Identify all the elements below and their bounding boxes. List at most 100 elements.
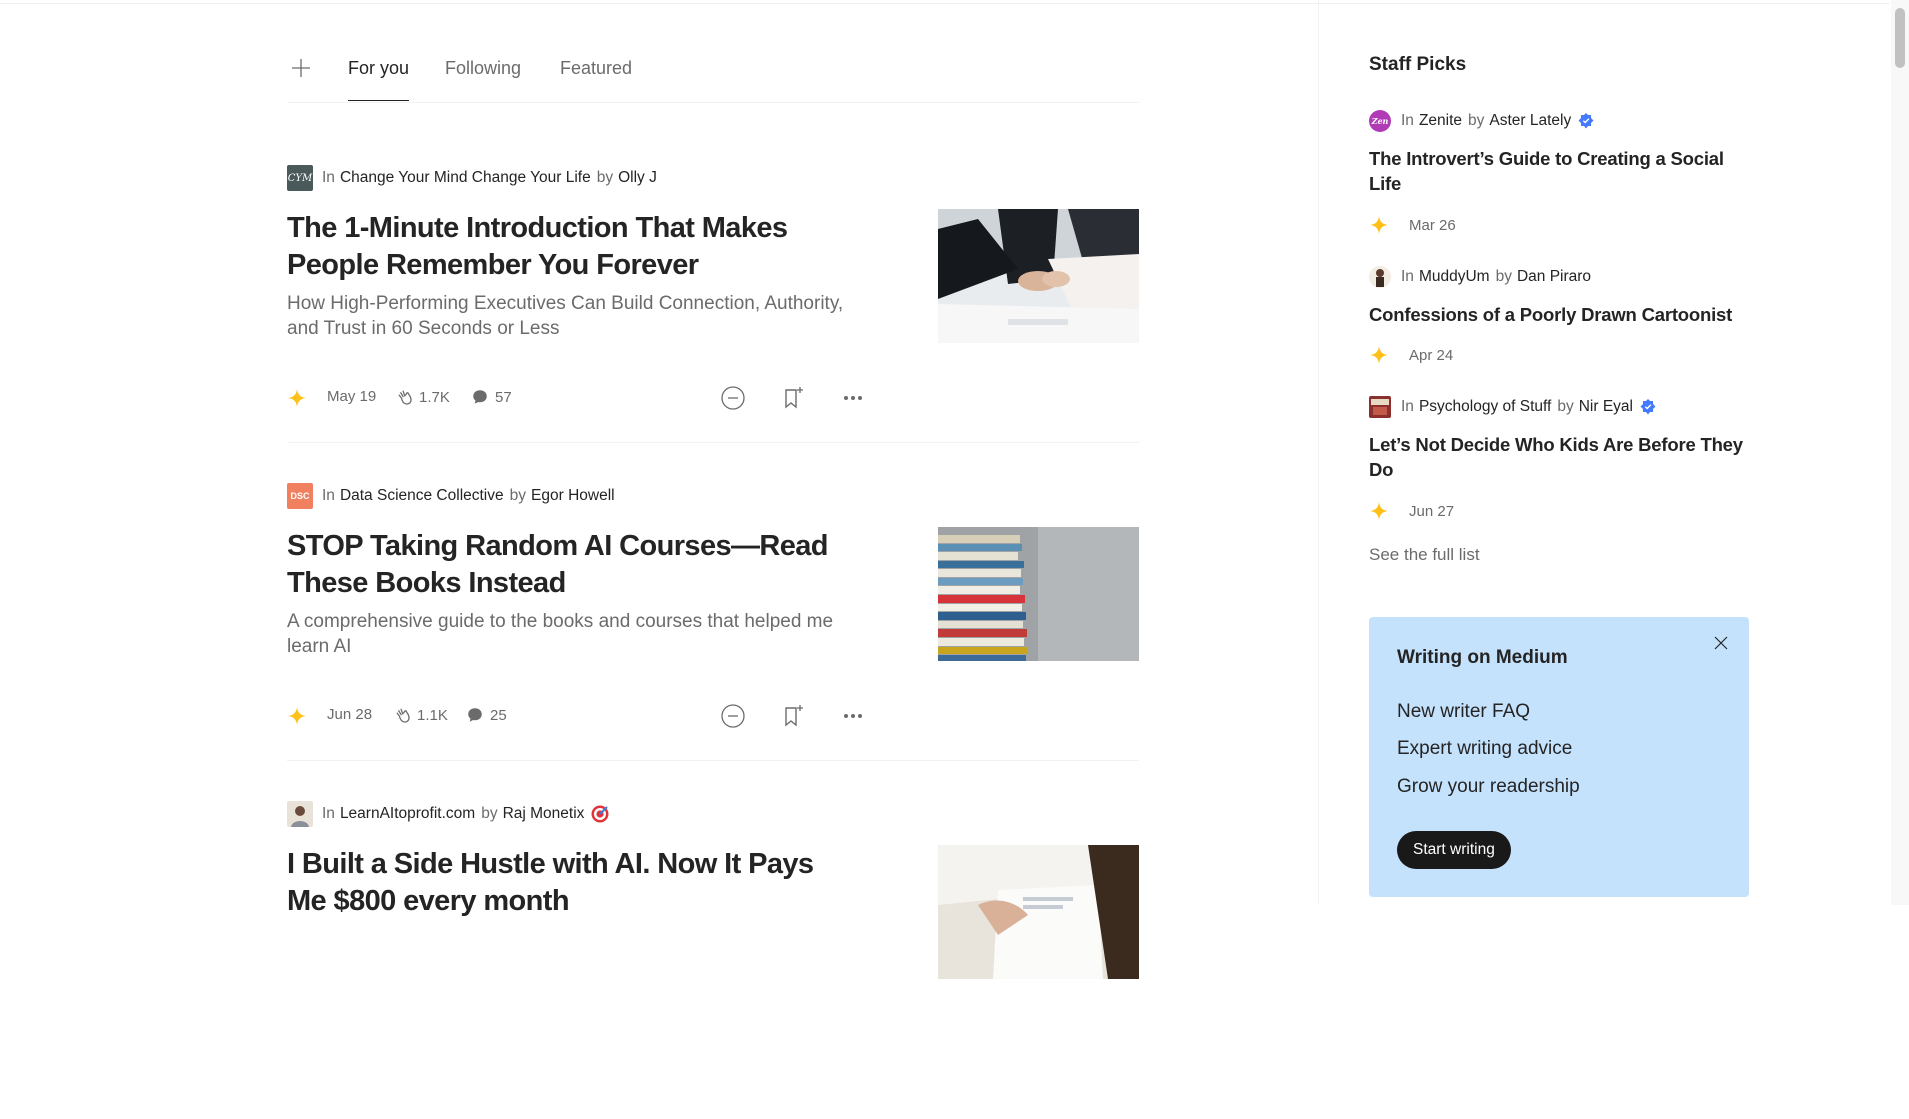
responses-value: 25 [490,706,507,724]
staff-picks-heading: Staff Picks [1369,54,1467,75]
publication-link[interactable]: Data Science Collective [340,487,504,505]
publication-link[interactable]: Zenite [1419,112,1462,130]
publication-link[interactable]: Psychology of Stuff [1419,398,1551,416]
article-actions: Jun 28 1.1K 25 [287,701,867,731]
article-thumbnail-handshake[interactable] [938,209,1139,343]
pick-title[interactable]: Let’s Not Decide Who Kids Are Before The… [1369,432,1749,482]
promo-title: Writing on Medium [1397,647,1568,668]
article-subtitle[interactable]: How High-Performing Executives Can Build… [287,291,847,341]
scrollbar-thumb[interactable] [1895,8,1905,68]
member-star-icon [1370,346,1388,364]
author-link[interactable]: Nir Eyal [1579,398,1633,416]
by-label: by [1495,268,1512,285]
more-options-icon[interactable] [839,702,867,730]
more-options-icon[interactable] [839,384,867,412]
article-card: DSC In Data Science Collective by Egor H… [287,483,1139,801]
article-actions: May 19 1.7K 57 [287,383,867,413]
publication-logo[interactable]: CYM [287,165,313,191]
author-link[interactable]: Dan Piraro [1517,268,1591,286]
article-meta: In LearnAItoprofit.com by Raj Monetix [287,801,610,827]
article-meta: CYM In Change Your Mind Change Your Life… [287,165,657,191]
pick-date-row: Jun 27 [1369,501,1454,521]
by-label: by [509,487,527,504]
responses-count[interactable]: 25 [466,706,507,724]
grow-readership-link[interactable]: Grow your readership [1397,776,1580,798]
author-link[interactable]: Egor Howell [531,487,615,505]
member-star-icon [1370,216,1388,234]
feed-tabs: For you Following Featured [287,44,1139,103]
article-card: In LearnAItoprofit.com by Raj Monetix I … [287,801,1139,1119]
author-link[interactable]: Raj Monetix [503,805,585,823]
claps-count[interactable]: 1.1K [394,706,448,725]
publish-date: May 19 [327,388,377,405]
pick-date: Jun 27 [1409,502,1455,520]
article-thumbnail-books[interactable] [938,527,1139,661]
close-icon[interactable] [1711,633,1731,653]
article-card: CYM In Change Your Mind Change Your Life… [287,165,1139,483]
scrollbar[interactable] [1891,0,1909,905]
article-title[interactable]: The 1-Minute Introduction That Makes Peo… [287,210,847,284]
pick-title[interactable]: Confessions of a Poorly Drawn Cartoonist [1369,302,1749,327]
writing-promo-card: Writing on Medium New writer FAQ Expert … [1369,617,1749,897]
pick-meta: In Psychology of Stuff by Nir Eyal [1369,394,1657,420]
publication-link[interactable]: LearnAItoprofit.com [340,805,475,823]
new-writer-faq-link[interactable]: New writer FAQ [1397,701,1530,723]
article-title[interactable]: I Built a Side Hustle with AI. Now It Pa… [287,846,847,920]
article-subtitle[interactable]: A comprehensive guide to the books and c… [287,609,847,659]
pick-date-row: Mar 26 [1369,215,1456,235]
see-full-list-link[interactable]: See the full list [1369,545,1480,565]
article-thumbnail-document[interactable] [938,845,1139,979]
pick-date-row: Apr 24 [1369,345,1453,365]
by-label: by [1557,398,1574,415]
in-label: In [1401,112,1414,129]
article-title[interactable]: STOP Taking Random AI Courses—Read These… [287,528,847,602]
clap-icon [396,708,410,723]
show-less-icon[interactable] [719,384,747,412]
start-writing-button[interactable]: Start writing [1397,831,1511,869]
author-link[interactable]: Aster Lately [1489,112,1571,130]
article-meta: DSC In Data Science Collective by Egor H… [287,483,615,509]
verified-badge-icon [1578,113,1594,129]
tab-for-you[interactable]: For you [348,58,410,101]
bookmark-add-icon[interactable] [779,702,807,730]
article-divider [287,760,1139,761]
add-topic-icon[interactable] [289,56,313,80]
show-less-icon[interactable] [719,702,747,730]
in-label: In [1401,268,1414,285]
tab-featured[interactable]: Featured [560,58,632,79]
pick-date: Mar 26 [1409,216,1456,234]
expert-writing-advice-link[interactable]: Expert writing advice [1397,738,1572,760]
claps-value: 1.7K [419,389,450,406]
feed: For you Following Featured CYM In Change… [287,0,1139,979]
in-label: In [322,805,335,822]
bookmark-add-icon[interactable] [779,384,807,412]
publication-logo[interactable] [287,801,313,827]
comment-icon [473,390,487,404]
verified-badge-icon [1640,399,1656,415]
publication-avatar[interactable] [1369,396,1391,418]
publication-link[interactable]: Change Your Mind Change Your Life [340,169,591,187]
publication-avatar[interactable]: Zen [1369,110,1391,132]
claps-count[interactable]: 1.7K [396,388,450,407]
publication-logo[interactable]: DSC [287,483,313,509]
author-link[interactable]: Olly J [618,169,657,187]
article-divider [287,442,1139,443]
publication-logo-text: CYM [287,172,313,184]
publication-avatar-text: Zen [1371,116,1389,126]
by-label: by [481,805,498,822]
member-star-icon [288,707,306,725]
in-label: In [322,487,335,504]
target-emoji-icon [591,805,609,823]
by-label: by [596,169,614,186]
tab-following[interactable]: Following [445,58,521,79]
comment-icon [468,708,482,722]
publication-avatar[interactable] [1369,266,1391,288]
in-label: In [1401,398,1414,415]
publication-link[interactable]: MuddyUm [1419,268,1490,286]
pick-date: Apr 24 [1409,346,1454,364]
sidebar-divider [1318,0,1319,905]
responses-value: 57 [495,388,512,406]
in-label: In [322,169,335,186]
pick-title[interactable]: The Introvert’s Guide to Creating a Soci… [1369,146,1749,196]
responses-count[interactable]: 57 [471,388,512,406]
